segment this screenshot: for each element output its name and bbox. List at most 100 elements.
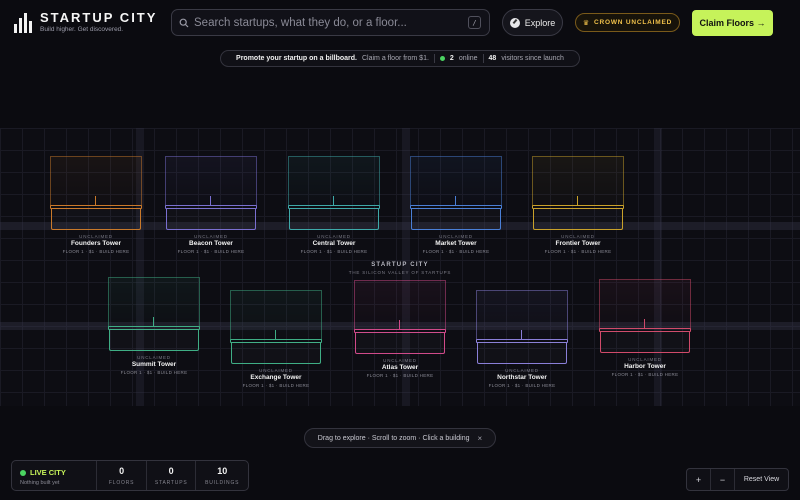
tower-details: FLOOR 1 · $1 · BUILD HERE [242, 383, 310, 388]
search-input[interactable] [194, 16, 468, 29]
tower-base [231, 342, 321, 364]
tower-base [411, 208, 501, 230]
tower-details: FLOOR 1 · $1 · BUILD HERE [177, 249, 245, 254]
tower-details: FLOOR 1 · $1 · BUILD HERE [62, 249, 130, 254]
visitors-label: visitors since launch [501, 55, 564, 62]
tower-base [51, 208, 141, 230]
tower-building[interactable]: UNCLAIMED Exchange Tower FLOOR 1 · $1 · BU… [230, 290, 322, 390]
tower-building[interactable]: UNCLAIMED Central Tower FLOOR 1 · $1 · BUI… [288, 156, 380, 256]
tower-base [166, 208, 256, 230]
tower-building[interactable]: UNCLAIMED Beacon Tower FLOOR 1 · $1 · BUIL… [165, 156, 257, 256]
zoom-out-button[interactable]: − [711, 469, 735, 490]
zoom-controls: + − Reset View [686, 468, 789, 491]
antenna-icon [399, 320, 400, 329]
navigation-hint: Drag to explore · Scroll to zoom · Click… [304, 428, 496, 448]
tower-details: FLOOR 1 · $1 · BUILD HERE [120, 370, 188, 375]
claim-floors-button[interactable]: Claim Floors → [692, 10, 773, 36]
tower-base [109, 329, 199, 351]
promo-offer: Claim a floor from $1. [362, 55, 429, 62]
antenna-icon [577, 196, 578, 205]
promo-headline: Promote your startup on a billboard. [236, 55, 357, 62]
search-box[interactable]: / [171, 9, 490, 36]
tower-building[interactable]: UNCLAIMED Frontier Tower FLOOR 1 · $1 · BU… [532, 156, 624, 256]
city-stats-panel: LIVE CITY Nothing built yet 0 FLOORS 0 S… [11, 460, 249, 491]
tower-name: Central Tower [312, 240, 356, 247]
tower-building[interactable]: UNCLAIMED Atlas Tower FLOOR 1 · $1 · BUILD… [354, 280, 446, 380]
antenna-icon [521, 330, 522, 339]
tower-base [477, 342, 567, 364]
tower-outline [288, 156, 380, 206]
divider [433, 54, 435, 63]
city-skyline-icon [14, 12, 34, 33]
tower-outline [410, 156, 502, 206]
tower-outline [354, 280, 446, 330]
tower-outline [476, 290, 568, 340]
tower-name: Summit Tower [131, 361, 177, 368]
tower-building[interactable]: UNCLAIMED Northstar Tower FLOOR 1 · $1 · B… [476, 290, 568, 390]
startups-label: STARTUPS [154, 480, 188, 486]
tower-name: Harbor Tower [624, 363, 666, 370]
stat-floors: 0 FLOORS [97, 461, 147, 490]
live-indicator-icon [20, 469, 26, 476]
tower-details: FLOOR 1 · $1 · BUILD HERE [366, 373, 434, 378]
tower-status: UNCLAIMED [439, 234, 473, 239]
brand-name: STARTUP CITY [40, 10, 158, 25]
tower-name: Market Tower [435, 240, 477, 247]
tower-status: UNCLAIMED [194, 234, 228, 239]
online-indicator-icon [439, 56, 445, 61]
floors-label: FLOORS [108, 480, 135, 486]
buildings-label: BUILDINGS [205, 480, 240, 486]
tower-status: UNCLAIMED [317, 234, 351, 239]
brand-logo[interactable]: STARTUP CITY Build higher. Get discovere… [14, 11, 157, 34]
tower-status: UNCLAIMED [383, 358, 417, 363]
tower-building[interactable]: UNCLAIMED Market Tower FLOOR 1 · $1 · BUIL… [410, 156, 502, 256]
tower-name: Frontier Tower [555, 240, 601, 247]
tower-details: FLOOR 1 · $1 · BUILD HERE [422, 249, 490, 254]
promo-bar[interactable]: Promote your startup on a billboard. Cla… [220, 50, 580, 67]
buildings-value: 10 [217, 466, 228, 476]
tower-name: Exchange Tower [250, 374, 302, 381]
tower-base [355, 332, 445, 354]
antenna-icon [455, 196, 456, 205]
tower-base [533, 208, 623, 230]
tower-outline [108, 277, 200, 327]
live-label: LIVE CITY [30, 468, 66, 477]
tower-details: FLOOR 1 · $1 · BUILD HERE [611, 372, 679, 377]
crown-icon: ♛ [582, 19, 590, 27]
tower-status: UNCLAIMED [628, 357, 662, 362]
zoom-in-button[interactable]: + [687, 469, 711, 490]
visitors-count: 48 [488, 55, 497, 62]
tower-outline [230, 290, 322, 340]
antenna-icon [210, 196, 211, 205]
close-icon[interactable]: × [478, 434, 483, 443]
hint-text: Drag to explore · Scroll to zoom · Click… [317, 434, 470, 442]
crown-status-badge[interactable]: ♛ CROWN UNCLAIMED [575, 13, 680, 32]
tower-details: FLOOR 1 · $1 · BUILD HERE [488, 383, 556, 388]
floors-value: 0 [119, 466, 125, 476]
tower-name: Atlas Tower [381, 364, 419, 371]
tower-status: UNCLAIMED [137, 355, 171, 360]
antenna-icon [644, 319, 645, 328]
explore-label: Explore [524, 17, 556, 28]
antenna-icon [153, 317, 154, 326]
divider [482, 54, 484, 63]
tower-building[interactable]: UNCLAIMED Founders Tower FLOOR 1 · $1 · BU… [50, 156, 142, 256]
tower-outline [165, 156, 257, 206]
city-subtitle: THE SILICON VALLEY OF STARTUPS [348, 270, 452, 275]
city-title: STARTUP CITY [371, 262, 429, 268]
top-bar: STARTUP CITY Build higher. Get discovere… [0, 0, 800, 46]
city-map[interactable]: STARTUP CITY THE SILICON VALLEY OF START… [0, 128, 800, 406]
antenna-icon [95, 196, 96, 205]
tower-building[interactable]: UNCLAIMED Summit Tower FLOOR 1 · $1 · BUIL… [108, 277, 200, 377]
reset-view-button[interactable]: Reset View [735, 469, 788, 490]
tower-building[interactable]: UNCLAIMED Harbor Tower FLOOR 1 · $1 · BUIL… [599, 279, 691, 379]
live-sub: Nothing built yet [20, 480, 60, 486]
tower-base [600, 331, 690, 353]
search-icon [174, 18, 194, 28]
tower-status: UNCLAIMED [259, 368, 293, 373]
tower-name: Northstar Tower [497, 374, 547, 381]
stat-startups: 0 STARTUPS [147, 461, 197, 490]
explore-button[interactable]: Explore [502, 9, 563, 36]
tower-status: UNCLAIMED [79, 234, 113, 239]
stat-buildings: 10 BUILDINGS [196, 461, 248, 490]
